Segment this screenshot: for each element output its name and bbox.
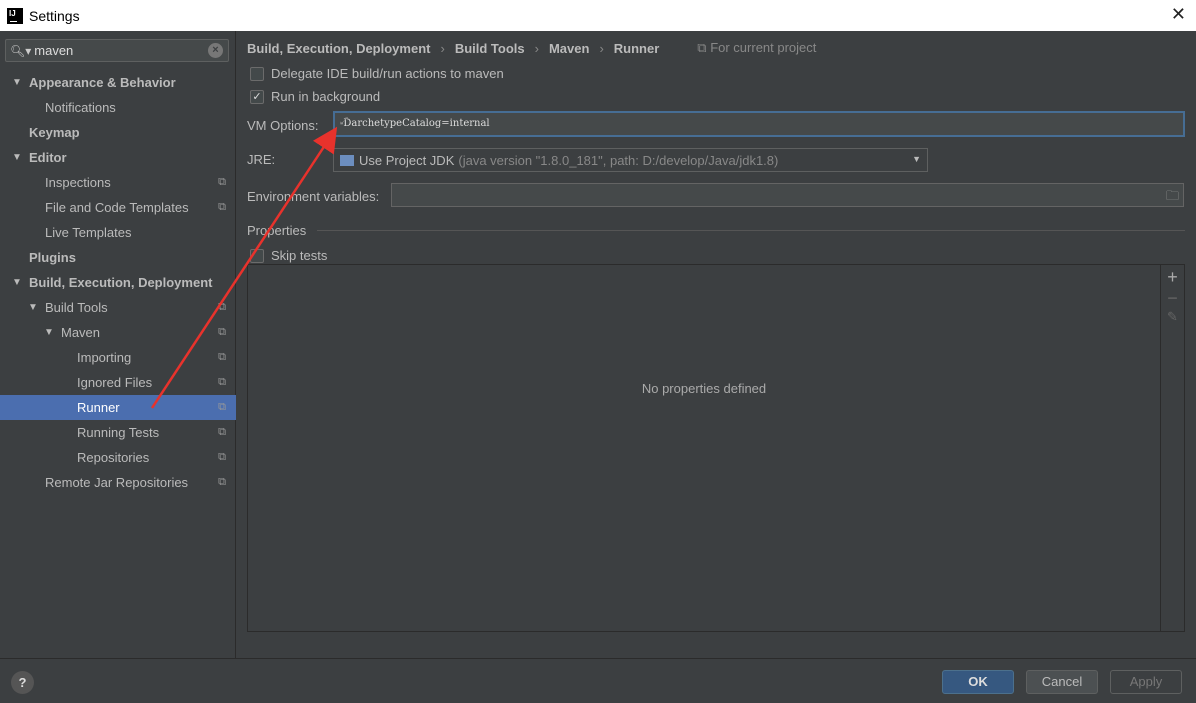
annotation-arrow <box>150 126 338 409</box>
